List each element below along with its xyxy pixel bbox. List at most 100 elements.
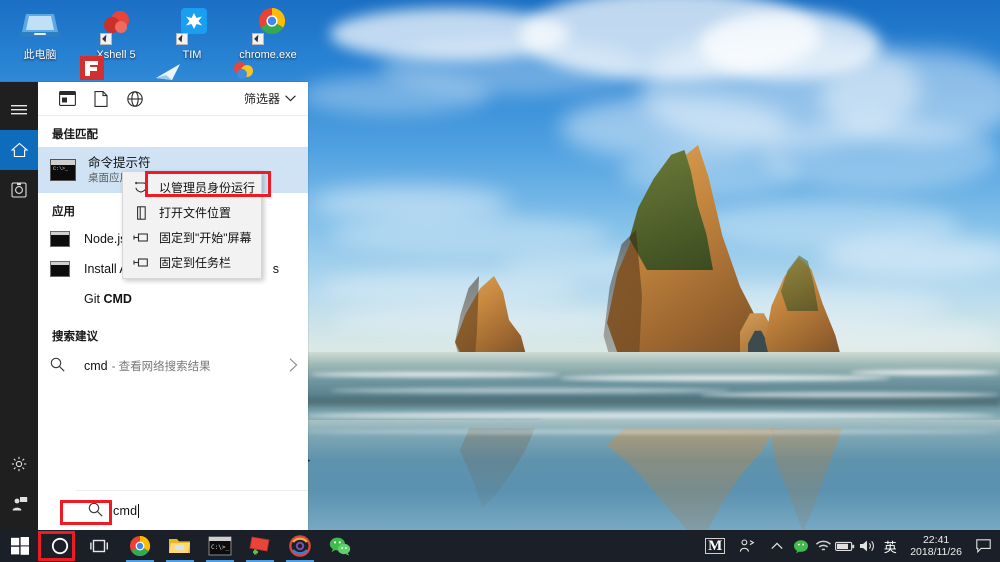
menu-icon-button[interactable] bbox=[0, 90, 38, 130]
desktop-icon-row2-a[interactable] bbox=[78, 56, 106, 82]
menu-item-pin-to-taskbar[interactable]: 固定到任务栏 bbox=[123, 250, 261, 275]
clock[interactable]: 22:41 2018/11/26 bbox=[902, 534, 970, 558]
chevron-down-icon bbox=[285, 95, 296, 102]
sidebar-item-history[interactable] bbox=[0, 170, 38, 210]
filter-label: 筛选器 bbox=[244, 90, 280, 107]
search-icon bbox=[88, 502, 103, 520]
tray-m-badge[interactable]: M bbox=[700, 530, 730, 562]
ime-indicator[interactable]: 英 bbox=[878, 530, 902, 562]
this-pc-icon bbox=[18, 6, 62, 46]
desktop-icon-row2-c[interactable] bbox=[230, 60, 260, 82]
menu-item-label: 固定到"开始"屏幕 bbox=[159, 229, 252, 246]
apps-icon bbox=[59, 91, 76, 106]
search-flyout-panel: 筛选器 最佳匹配 命令提示符 桌面应用 应用 Node.js c bbox=[0, 82, 308, 530]
suggestion-desc: - 查看网络搜索结果 bbox=[112, 358, 211, 374]
windows-logo-icon bbox=[11, 537, 29, 555]
desktop-icon-label: TIM bbox=[154, 49, 230, 61]
volume-icon bbox=[859, 539, 876, 553]
action-center-button[interactable] bbox=[970, 530, 996, 562]
folder-open-icon bbox=[131, 205, 151, 221]
taskbar-app-gimp[interactable] bbox=[280, 530, 320, 562]
document-icon bbox=[94, 91, 108, 107]
search-panel-body: 筛选器 最佳匹配 命令提示符 桌面应用 应用 Node.js c bbox=[38, 82, 308, 530]
pin-icon bbox=[131, 230, 151, 246]
taskbar-app-command-prompt[interactable]: C:\>_ bbox=[200, 530, 240, 562]
best-match-heading: 最佳匹配 bbox=[38, 116, 308, 147]
taskbar-app-file-explorer[interactable] bbox=[160, 530, 200, 562]
search-box-container[interactable]: cmd bbox=[76, 490, 308, 530]
suggestions-heading: 搜索建议 bbox=[38, 314, 308, 349]
system-tray: M bbox=[700, 530, 1000, 562]
people-icon-button[interactable] bbox=[730, 530, 764, 562]
home-icon bbox=[11, 142, 28, 158]
desktop-icon-tim[interactable]: TIM bbox=[154, 6, 230, 61]
shield-icon bbox=[131, 180, 151, 196]
taskbar-app-wechat[interactable] bbox=[320, 530, 360, 562]
wechat-tray-icon bbox=[793, 539, 810, 554]
globe-icon bbox=[127, 91, 143, 107]
desktop-icon-xshell[interactable]: Xshell 5 bbox=[78, 6, 154, 61]
tim-icon bbox=[170, 6, 214, 46]
app-name-bold: CMD bbox=[103, 292, 131, 306]
command-prompt-icon bbox=[50, 159, 76, 181]
app-name: Git bbox=[84, 292, 103, 306]
taskbar-app-everything[interactable] bbox=[240, 530, 280, 562]
gear-icon bbox=[11, 456, 27, 472]
menu-item-open-file-location[interactable]: 打开文件位置 bbox=[123, 200, 261, 225]
document-icon-button[interactable] bbox=[84, 84, 118, 114]
start-button[interactable] bbox=[0, 530, 40, 562]
text-caret bbox=[138, 504, 139, 518]
chevron-up-icon-button[interactable] bbox=[764, 530, 790, 562]
wechat-icon bbox=[329, 536, 351, 556]
sidebar-item-settings[interactable] bbox=[0, 444, 38, 484]
task-view-button[interactable] bbox=[80, 530, 120, 562]
chevron-up-icon bbox=[771, 542, 783, 550]
wechat-tray-icon-button[interactable] bbox=[790, 530, 812, 562]
menu-item-pin-to-start[interactable]: 固定到"开始"屏幕 bbox=[123, 225, 261, 250]
best-match-title: 命令提示符 bbox=[88, 156, 151, 171]
globe-icon-button[interactable] bbox=[118, 84, 152, 114]
clock-time: 22:41 bbox=[910, 534, 962, 546]
taskbar-app-chrome[interactable] bbox=[120, 530, 160, 562]
search-icon bbox=[50, 357, 70, 375]
chrome-icon bbox=[246, 6, 290, 46]
desktop-icon-row2-b[interactable] bbox=[154, 62, 184, 82]
battery-icon bbox=[835, 541, 855, 552]
apps-icon-button[interactable] bbox=[50, 84, 84, 114]
wifi-icon-button[interactable] bbox=[812, 530, 834, 562]
xshell-icon bbox=[94, 6, 138, 46]
search-toolbar: 筛选器 bbox=[38, 82, 308, 116]
search-input-value: cmd bbox=[113, 504, 137, 518]
search-circle-icon bbox=[50, 536, 70, 556]
everything-icon bbox=[248, 535, 272, 557]
sidebar-item-home[interactable] bbox=[0, 130, 38, 170]
desktop-icon-this-pc[interactable]: 此电脑 bbox=[2, 6, 78, 61]
battery-icon-button[interactable] bbox=[834, 530, 856, 562]
action-center-icon bbox=[976, 539, 991, 553]
suggestion-query: cmd bbox=[84, 359, 108, 373]
chevron-right-icon[interactable] bbox=[289, 358, 298, 375]
list-item-suggestion[interactable]: cmd - 查看网络搜索结果 bbox=[38, 349, 308, 383]
console-icon bbox=[50, 231, 70, 247]
git-icon bbox=[50, 291, 70, 307]
gimp-icon bbox=[289, 535, 311, 557]
history-icon bbox=[11, 182, 27, 198]
list-item[interactable]: Git CMD bbox=[38, 284, 308, 314]
menu-item-label: 以管理员身份运行 bbox=[159, 179, 255, 196]
volume-icon-button[interactable] bbox=[856, 530, 878, 562]
menu-item-run-as-administrator[interactable]: 以管理员身份运行 bbox=[123, 175, 261, 200]
search-input[interactable]: cmd bbox=[113, 504, 139, 518]
pin-icon bbox=[131, 255, 151, 271]
search-taskbar-button[interactable] bbox=[40, 530, 80, 562]
wifi-icon bbox=[815, 539, 832, 553]
context-menu: 以管理员身份运行 打开文件位置 固定到"开始"屏幕 bbox=[122, 171, 262, 279]
filter-dropdown-button[interactable]: 筛选器 bbox=[242, 87, 298, 110]
sidebar-item-feedback[interactable] bbox=[0, 484, 38, 524]
menu-icon bbox=[11, 104, 27, 116]
command-prompt-icon: C:\>_ bbox=[208, 536, 232, 556]
task-view-icon bbox=[90, 538, 110, 554]
chrome-icon bbox=[129, 535, 151, 557]
menu-item-label: 固定到任务栏 bbox=[159, 254, 231, 271]
taskbar: C:\>_ bbox=[0, 530, 1000, 562]
desktop-icon-chrome[interactable]: chrome.exe bbox=[230, 6, 306, 61]
